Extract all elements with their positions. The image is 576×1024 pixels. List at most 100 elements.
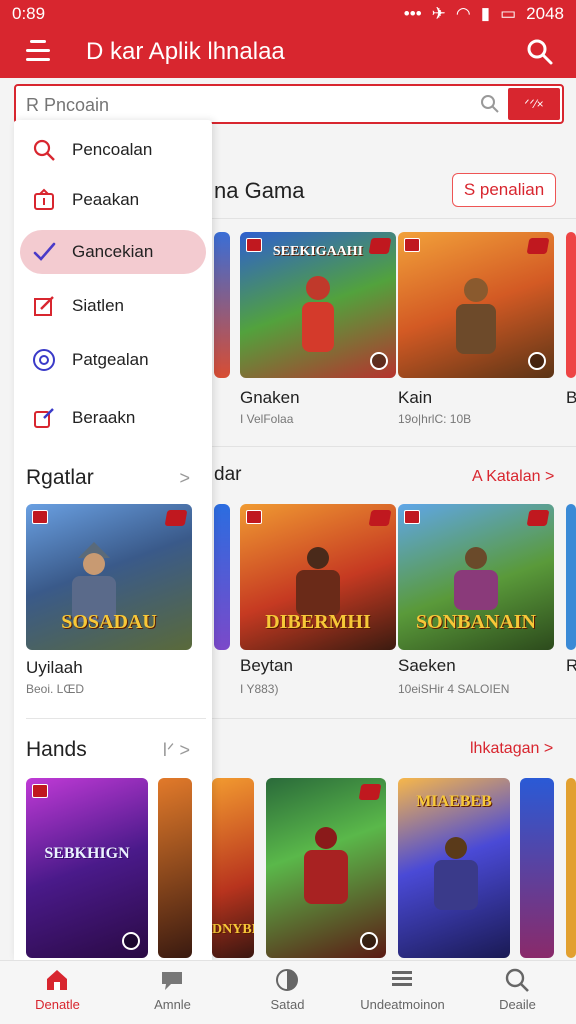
search-icon[interactable] [526,38,554,66]
puzzle-icon [34,408,54,428]
edit-icon [34,296,54,316]
corner-icon [370,352,388,370]
nav-label: Amnle [154,997,191,1012]
tag-icon [164,510,188,526]
status-bar: 0:89 ••• ✈ ◠ ▮ ▭ 2048 [0,0,576,28]
divider [212,446,576,447]
search-bar: ᐟᐟ⁄× [14,84,564,124]
see-all-link[interactable]: lhkatagan > [470,740,553,758]
nav-label: Satad [270,997,305,1012]
check-icon [33,242,56,261]
card-title: Uyilaah [26,658,83,677]
drawer-section-title: Hands [26,738,87,761]
app-title: D kar Aplik lhnalaa [86,38,285,65]
card-banner: SOSADAU [61,611,157,633]
game-card[interactable]: MIAEBEB [398,778,510,958]
card-sub: I Y883) [240,682,279,696]
drawer-item-pencoalan[interactable]: Pencoalan [20,128,206,172]
chevron-right-icon[interactable]: > [179,468,190,489]
drawer-item-siatlen[interactable]: Siatlen [20,284,206,328]
tag-icon [368,510,392,526]
game-card[interactable] [398,232,554,378]
card-sub: Beoi. LŒD [26,682,85,696]
warrior-figure-icon [456,278,496,354]
game-card-partial[interactable] [214,504,230,650]
drawer-item-label: Patgealan [72,350,149,369]
drawer-game-card[interactable]: SEBKHIGN [26,778,148,958]
corner-icon [528,352,546,370]
nav-item-denatle[interactable]: Denatle [0,961,115,1024]
divider [212,218,576,219]
game-card-partial[interactable] [566,504,576,650]
bottom-navigation: Denatle Amnle Satad Undeatmoinon Deaile [0,960,576,1024]
search-icon [33,139,55,161]
box-icon [34,188,54,210]
drawer-item-gancekian[interactable]: Gancekian [20,230,206,274]
section-title: na Gama [214,178,305,203]
nav-item-undeatmoinon[interactable]: Undeatmoinon [345,961,460,1024]
card-banner: SEBKHIGN [44,845,130,862]
mute-icon: ✈ [431,4,446,23]
tag-icon [358,784,382,800]
nav-label: Deaile [499,997,536,1012]
game-card-partial[interactable] [566,232,576,378]
card-banner: MIAEBEB [416,793,492,810]
drawer-item-beraakn[interactable]: Beraakn [20,396,206,440]
nav-item-amnle[interactable]: Amnle [115,961,230,1024]
hero-figure-icon [434,837,478,910]
drawer-item-label: Gancekian [72,242,154,261]
card-title: Gnaken [240,388,300,407]
drawer-item-peaakan[interactable]: Peaakan [20,178,206,222]
drawer-item-label: Siatlen [72,296,124,315]
game-card-partial[interactable] [214,232,230,378]
section-title: dar [214,464,242,485]
chevron-right-icon[interactable]: lᐟ > [163,740,190,761]
menu-icon[interactable] [26,40,50,62]
game-card[interactable]: SEEKIGAAHI [240,232,396,378]
status-icons: ••• ✈ ◠ ▮ ▭ 2048 [404,4,564,24]
badge-icon [32,784,48,798]
nav-item-satad[interactable]: Satad [230,961,345,1024]
battery-icon: ▭ [500,4,517,23]
search-icon [505,968,529,992]
game-card[interactable]: SONBANAIN [398,504,554,650]
card-title: Beytan [240,656,293,675]
hero-figure-icon [302,276,334,352]
status-time: 0:89 [12,4,46,23]
divider [212,718,576,719]
card-title: Saeken [398,656,456,675]
dots-icon: ••• [403,4,422,23]
game-card-partial[interactable] [566,778,576,958]
card-title: Kain [398,388,433,407]
clear-search-button[interactable]: ᐟᐟ⁄× [508,88,560,120]
card-banner: DNYBNE [212,922,254,937]
section-filter-button[interactable]: S penalian [452,173,556,207]
card-title: B [566,388,576,407]
nav-item-deaile[interactable]: Deaile [460,961,575,1024]
search-icon[interactable] [480,94,500,114]
card-title: R [566,656,576,675]
game-card-partial[interactable]: DNYBNE [212,778,254,958]
badge-icon [404,238,420,252]
nav-label: Denatle [35,997,80,1012]
drawer-item-patgealan[interactable]: Patgealan [20,338,206,382]
game-card[interactable] [266,778,386,958]
divider [26,718,206,719]
game-card-partial[interactable] [520,778,554,958]
navigation-drawer: Pencoalan Peaakan Gancekian Siatlen Patg… [14,120,212,960]
target-icon [33,349,55,371]
signal-icon: ▮ [480,4,491,23]
corner-icon [122,932,140,950]
search-input[interactable] [26,92,466,118]
chat-icon [162,972,182,990]
drawer-item-label: Pencoalan [72,140,153,159]
app-bar: D kar Aplik lhnalaa [0,30,576,76]
game-card[interactable]: DIBERMHI [240,504,396,650]
card-sub: 10eiSHir 4 SALOIEN [398,682,510,696]
see-all-link[interactable]: A Katalan > [472,468,554,486]
home-icon [47,970,67,990]
drawer-game-card[interactable]: SOSADAU [26,504,192,650]
layers-icon [392,971,412,986]
drawer-game-card-partial[interactable] [158,778,192,958]
tag-icon [526,510,550,526]
